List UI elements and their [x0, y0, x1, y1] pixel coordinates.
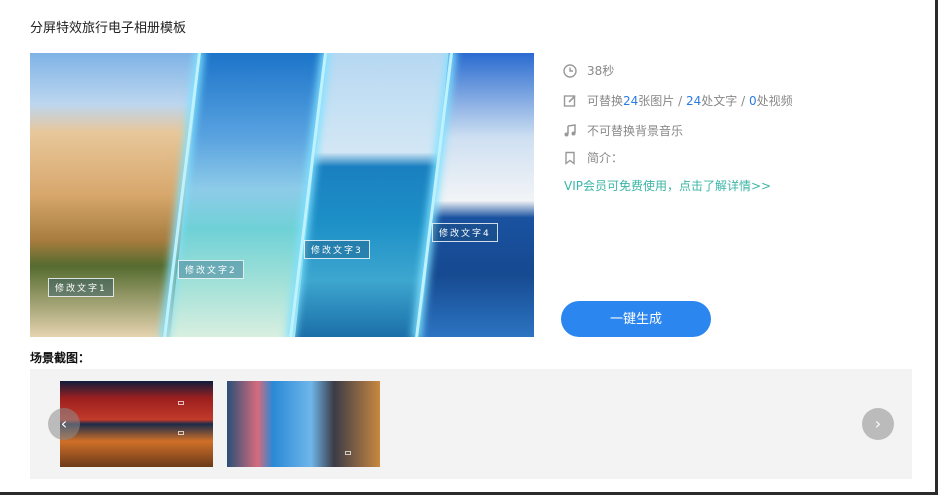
text-suffix: 处文字 / — [701, 94, 749, 108]
template-detail-dialog: 分屏特效旅行电子相册模板 修改文字1 修改文字2 修改文字3 修改文字4 38秒… — [0, 0, 935, 492]
generate-button[interactable]: 一键生成 — [561, 301, 711, 337]
bookmark-icon — [565, 151, 575, 165]
dialog-title: 分屏特效旅行电子相册模板 — [30, 21, 187, 36]
music-row: 不可替换背景音乐 — [563, 122, 683, 139]
scene-screenshots-label: 场景截图： — [30, 351, 91, 365]
chevron-right-icon: › — [874, 414, 882, 433]
preview-caption-1: 修改文字1 — [48, 278, 114, 297]
scene-carousel: ‹ › — [30, 369, 912, 479]
replaceable-row: 可替换 24 张图片 / 24 处文字 / 0 处视频 — [563, 92, 793, 109]
clock-icon — [563, 63, 577, 78]
thumbnail-caption-box — [178, 431, 184, 435]
preview-caption-4: 修改文字4 — [432, 223, 498, 242]
chevron-left-icon: ‹ — [60, 414, 68, 433]
music-text: 不可替换背景音乐 — [587, 124, 684, 138]
thumbnail-caption-box — [345, 451, 351, 455]
scene-thumbnail[interactable] — [60, 381, 213, 467]
preview-caption-2: 修改文字2 — [178, 260, 244, 279]
vip-link[interactable]: VIP会员可免费使用，点击了解详情>> — [564, 177, 771, 194]
text-count: 24 — [685, 93, 702, 108]
intro-label: 简介： — [587, 151, 624, 165]
thumbnail-caption-box — [178, 401, 184, 405]
carousel-prev-button[interactable]: ‹ — [48, 408, 80, 440]
scene-thumbnail[interactable] — [227, 381, 380, 467]
carousel-next-button[interactable]: › — [862, 408, 894, 440]
intro-row: 简介： — [563, 149, 623, 166]
video-suffix: 处视频 — [756, 94, 793, 108]
preview-image[interactable]: 修改文字1 修改文字2 修改文字3 修改文字4 — [30, 53, 534, 337]
video-count: 0 — [748, 93, 757, 108]
duration-row: 38秒 — [563, 62, 614, 79]
edit-icon — [563, 94, 576, 107]
image-count: 24 — [623, 93, 639, 108]
duration-text: 38秒 — [587, 64, 615, 78]
image-suffix: 张图片 / — [638, 94, 686, 108]
replace-prefix: 可替换 — [587, 94, 624, 108]
music-note-icon — [564, 123, 576, 136]
preview-caption-3: 修改文字3 — [304, 240, 370, 259]
